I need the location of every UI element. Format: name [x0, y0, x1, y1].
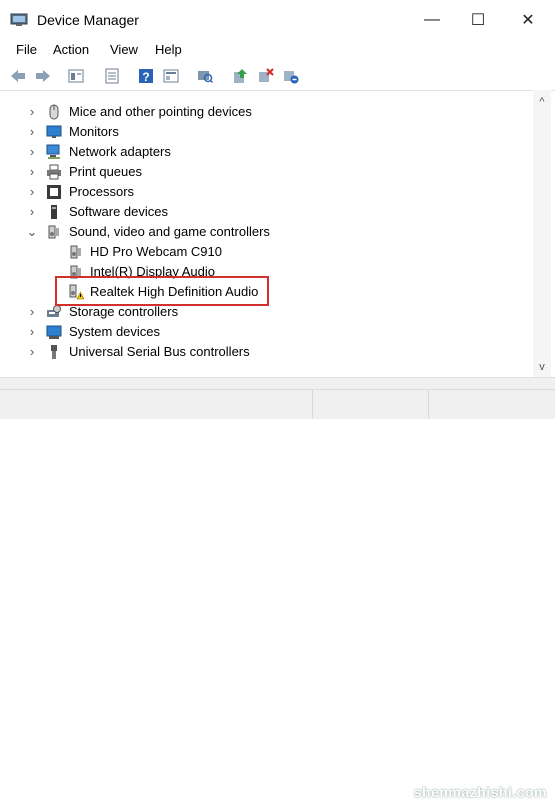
expand-icon[interactable]: › — [26, 122, 38, 142]
tree-item-label: Universal Serial Bus controllers — [69, 344, 250, 359]
tree-item-label: System devices — [69, 324, 161, 339]
tree-item-hd-pro-webcam[interactable]: HD Pro Webcam C910 — [8, 242, 528, 262]
title-bar: Device Manager — ☐ ✕ — [0, 0, 555, 40]
tree-item-label: Sound, video and game controllers — [69, 224, 270, 239]
expand-icon[interactable]: › — [26, 322, 38, 342]
expand-icon[interactable]: › — [26, 182, 38, 202]
tree-item-label: Network adapters — [69, 144, 171, 159]
expand-icon[interactable]: › — [26, 102, 38, 122]
tree-item-sound-video-game[interactable]: ⌄ Sound, video and game controllers — [8, 222, 528, 242]
system-device-icon — [46, 325, 62, 339]
software-device-icon — [51, 205, 57, 219]
tree-item-usb-controllers[interactable]: › Universal Serial Bus controllers — [8, 342, 528, 362]
tree-item-monitors[interactable]: › Monitors — [8, 122, 528, 142]
tree-item-label: Processors — [69, 184, 135, 199]
maximize-button[interactable]: ☐ — [455, 0, 501, 40]
device-tree: › Mice and other pointing devices › Moni… — [8, 98, 531, 375]
scan-icon[interactable] — [197, 68, 213, 84]
toolbar: ? — [0, 62, 555, 91]
tree-item-processors[interactable]: › Processors — [8, 182, 528, 202]
collapse-icon[interactable]: ⌄ — [26, 222, 38, 242]
tree-item-label: Storage controllers — [69, 304, 179, 319]
tree-item-software-devices[interactable]: › Software devices — [8, 202, 528, 222]
back-icon[interactable] — [10, 68, 26, 84]
tree-item-mice[interactable]: › Mice and other pointing devices — [8, 102, 528, 122]
status-bar: shenmazhishi.com — [0, 389, 555, 800]
tree-item-label: Print queues — [69, 164, 142, 179]
menu-bar: File Action View Help — [0, 40, 555, 62]
processor-icon — [47, 185, 61, 199]
menu-action[interactable]: Action — [53, 42, 89, 57]
expand-icon[interactable]: › — [26, 302, 38, 322]
expand-icon[interactable]: › — [26, 342, 38, 362]
expand-icon[interactable]: › — [26, 142, 38, 162]
network-adapter-icon — [46, 144, 60, 159]
device-manager-icon — [10, 13, 28, 26]
update-driver-icon[interactable] — [232, 68, 248, 84]
vertical-scrollbar[interactable]: ^ v — [533, 90, 551, 377]
minimize-button[interactable]: — — [409, 0, 455, 40]
menu-help[interactable]: Help — [155, 42, 182, 57]
tree-item-label: HD Pro Webcam C910 — [90, 244, 222, 259]
list-icon[interactable] — [104, 68, 120, 84]
expand-icon[interactable]: › — [26, 202, 38, 222]
status-divider — [428, 390, 429, 419]
storage-icon — [47, 305, 61, 317]
tree-item-system-devices[interactable]: › System devices — [8, 322, 528, 342]
tree-item-print-queues[interactable]: › Print queues — [8, 162, 528, 182]
tree-item-label: Mice and other pointing devices — [69, 104, 252, 119]
scroll-up-arrow[interactable]: ^ — [533, 96, 551, 108]
svg-text:?: ? — [142, 70, 149, 84]
forward-icon[interactable] — [35, 68, 51, 84]
speaker-icon — [48, 225, 59, 239]
highlight-box — [55, 276, 269, 306]
tree-item-label: Software devices — [69, 204, 168, 219]
speaker-icon — [70, 245, 81, 259]
tree-item-label: Monitors — [69, 124, 119, 139]
view-icon[interactable] — [163, 68, 179, 84]
watermark-text: shenmazhishi.com — [413, 784, 547, 800]
properties-icon[interactable] — [68, 68, 84, 84]
mouse-icon — [49, 104, 59, 120]
disable-icon[interactable] — [283, 68, 299, 84]
usb-icon — [51, 345, 57, 359]
status-divider — [312, 390, 313, 419]
tree-item-network-adapters[interactable]: › Network adapters — [8, 142, 528, 162]
close-button[interactable]: ✕ — [505, 0, 551, 40]
uninstall-icon[interactable] — [258, 68, 274, 84]
menu-file[interactable]: File — [16, 42, 37, 57]
printer-icon — [47, 164, 61, 180]
monitor-icon — [46, 125, 62, 138]
scroll-down-arrow[interactable]: v — [533, 361, 551, 373]
expand-icon[interactable]: › — [26, 162, 38, 182]
menu-view[interactable]: View — [110, 42, 138, 57]
help-icon[interactable]: ? — [138, 68, 154, 84]
window-title: Device Manager — [37, 12, 139, 28]
